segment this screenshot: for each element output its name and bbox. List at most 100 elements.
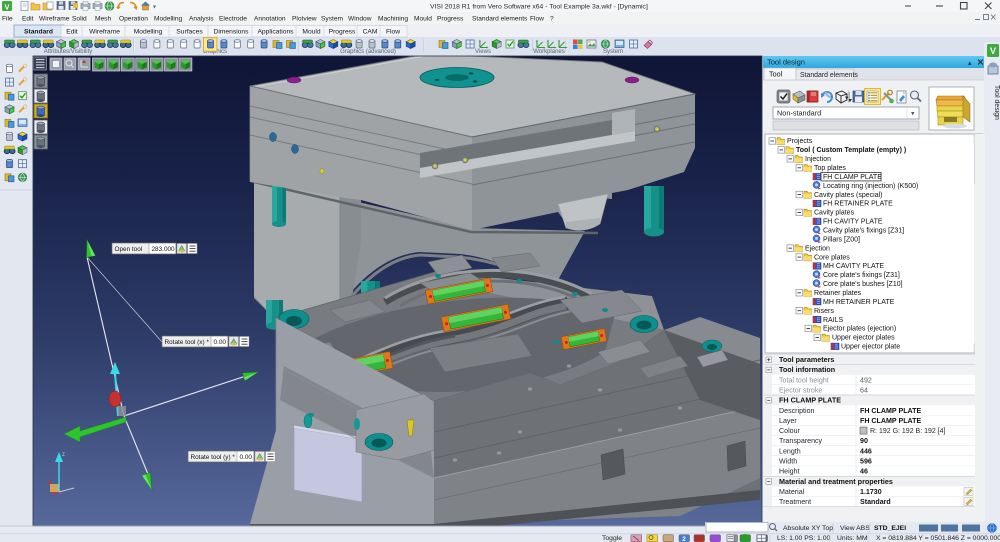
svg-text:Machining: Machining xyxy=(378,15,408,22)
svg-text:Layer: Layer xyxy=(779,417,797,425)
svg-text:Attributes/Visibility: Attributes/Visibility xyxy=(44,49,93,55)
svg-text:Width: Width xyxy=(779,458,797,466)
svg-text:Standard elements: Standard elements xyxy=(472,15,528,22)
svg-text:Wireframe: Wireframe xyxy=(39,15,70,22)
svg-text:Units: MM: Units: MM xyxy=(837,535,868,542)
svg-text:VISI 2018 R1 from Vero Softwa: VISI 2018 R1 from Vero Software x64 - To… xyxy=(430,4,648,11)
svg-text:Upper ejector plates: Upper ejector plates xyxy=(832,335,895,342)
svg-text:z: z xyxy=(62,452,65,458)
svg-text:▾: ▾ xyxy=(911,111,915,118)
svg-text:Electrode: Electrode xyxy=(219,15,247,22)
svg-text:Rotate tool (y) *: Rotate tool (y) * xyxy=(191,454,236,461)
svg-text:Mesh: Mesh xyxy=(95,15,111,22)
svg-text:Toggle: Toggle xyxy=(602,535,622,542)
svg-text:System: System xyxy=(603,49,623,55)
svg-text:Locating ring (injection) (K5: Locating ring (injection) (K500) xyxy=(823,183,918,190)
svg-text:V: V xyxy=(4,2,9,11)
svg-text:Edit: Edit xyxy=(22,15,34,22)
svg-text:Tool: Tool xyxy=(769,70,783,79)
svg-text:Dimensions: Dimensions xyxy=(214,28,250,35)
svg-text:Analysis: Analysis xyxy=(189,15,214,22)
svg-text:Ejection: Ejection xyxy=(805,245,830,252)
svg-text:Height: Height xyxy=(779,468,800,476)
svg-text:Ejector stroke: Ejector stroke xyxy=(779,386,822,394)
svg-text:Material: Material xyxy=(779,488,805,496)
svg-text:Tool design: Tool design xyxy=(767,58,805,67)
svg-text:Colour: Colour xyxy=(779,427,801,435)
svg-text:File: File xyxy=(2,15,13,22)
svg-text:Flow: Flow xyxy=(386,28,400,35)
svg-text:596: 596 xyxy=(860,458,872,466)
svg-text:Progress: Progress xyxy=(437,15,464,22)
svg-text:FH CLAMP PLATE: FH CLAMP PLATE xyxy=(860,417,921,425)
svg-text:Core plate's bushes [Z10]: Core plate's bushes [Z10] xyxy=(823,281,903,288)
svg-text:LS: 1.00 PS: 1.00: LS: 1.00 PS: 1.00 xyxy=(777,535,830,542)
svg-text:Graphics (advanced): Graphics (advanced) xyxy=(340,49,396,55)
svg-text:Injection: Injection xyxy=(805,156,831,163)
svg-text:Material and treatment propert: Material and treatment properties xyxy=(779,477,893,486)
svg-text:64: 64 xyxy=(860,386,868,394)
svg-text:Views: Views xyxy=(475,49,491,55)
svg-text:FH RETAINER PLATE: FH RETAINER PLATE xyxy=(823,201,893,208)
svg-text:Tool design: Tool design xyxy=(993,85,1000,120)
svg-text:0.00: 0.00 xyxy=(214,339,227,346)
svg-text:Operation: Operation xyxy=(119,15,148,22)
svg-text:283.000: 283.000 xyxy=(152,246,176,253)
svg-text:Progress: Progress xyxy=(329,28,356,35)
svg-text:MH RETAINER PLATE: MH RETAINER PLATE xyxy=(823,299,895,306)
svg-text:Description: Description xyxy=(779,407,815,415)
svg-text:▴: ▴ xyxy=(968,60,972,67)
svg-text:STD_EJEІ: STD_EJEІ xyxy=(874,525,906,532)
svg-text:Transparency: Transparency xyxy=(779,437,823,445)
svg-text:Solid: Solid xyxy=(72,15,87,22)
svg-text:Tool parameters: Tool parameters xyxy=(779,355,834,364)
svg-text:Wireframe: Wireframe xyxy=(89,28,120,35)
svg-text:Cavity plates (special): Cavity plates (special) xyxy=(814,192,882,199)
svg-text:?: ? xyxy=(550,15,554,22)
svg-text:System: System xyxy=(321,15,343,22)
svg-text:Applications: Applications xyxy=(257,28,294,35)
svg-text:FH CLAMP PLATE: FH CLAMP PLATE xyxy=(779,396,841,405)
svg-text:Total tool height: Total tool height xyxy=(779,376,829,384)
svg-text:Open tool: Open tool xyxy=(115,246,143,253)
svg-text:V: V xyxy=(990,46,996,56)
svg-text:Cavity plates: Cavity plates xyxy=(814,210,855,217)
svg-text:Modelling: Modelling xyxy=(154,15,183,22)
svg-text:0.00: 0.00 xyxy=(240,454,253,461)
svg-text:Treatment: Treatment xyxy=(779,498,811,506)
svg-text:Flow: Flow xyxy=(530,15,544,22)
svg-text:View ABS: View ABS xyxy=(840,525,870,532)
svg-text:Core plates: Core plates xyxy=(814,254,850,261)
svg-text:Length: Length xyxy=(779,447,801,455)
svg-text:Standard: Standard xyxy=(24,28,53,35)
svg-text:446: 446 xyxy=(860,447,872,455)
svg-text:Mould: Mould xyxy=(302,28,320,35)
svg-text:Modelling: Modelling xyxy=(134,28,163,35)
svg-text:Workplanes: Workplanes xyxy=(533,49,565,55)
svg-text:2: 2 xyxy=(682,536,686,542)
svg-text:Window: Window xyxy=(348,15,372,22)
svg-text:Rotate tool (x) *: Rotate tool (x) * xyxy=(165,339,210,346)
svg-text:Annotation: Annotation xyxy=(254,15,286,22)
svg-text:Retainer plates: Retainer plates xyxy=(814,290,862,297)
svg-text:Risers: Risers xyxy=(814,308,834,315)
svg-text:1.1730: 1.1730 xyxy=(860,488,882,496)
svg-text:492: 492 xyxy=(860,376,872,384)
svg-text:Non-standard: Non-standard xyxy=(777,109,821,118)
svg-text:Plotview: Plotview xyxy=(292,15,317,22)
svg-text:Tool ( Custom Template (empty): Tool ( Custom Template (empty) ) xyxy=(796,147,906,154)
svg-text:Mould: Mould xyxy=(414,15,432,22)
svg-text:Core plate's fixings [Z31]: Core plate's fixings [Z31] xyxy=(823,272,900,279)
svg-text:Standard elements: Standard elements xyxy=(800,72,858,79)
svg-text:Upper ejector plate: Upper ejector plate xyxy=(841,344,900,351)
svg-text:Standard: Standard xyxy=(860,498,891,506)
svg-text:FH CAVITY PLATE: FH CAVITY PLATE xyxy=(823,219,883,226)
svg-text:CAM: CAM xyxy=(363,28,378,35)
svg-text:Ejector plates (ejection): Ejector plates (ejection) xyxy=(823,326,896,333)
svg-text:Top plates: Top plates xyxy=(814,165,846,172)
svg-text:Tool information: Tool information xyxy=(779,365,835,374)
svg-text:RAILS: RAILS xyxy=(823,317,844,324)
svg-text:Surfaces: Surfaces xyxy=(176,28,203,35)
svg-text:46: 46 xyxy=(860,468,868,476)
svg-text:X = 0819.884 Y = 0501.846 Z =: X = 0819.884 Y = 0501.846 Z = 0000.000 xyxy=(876,535,1000,542)
